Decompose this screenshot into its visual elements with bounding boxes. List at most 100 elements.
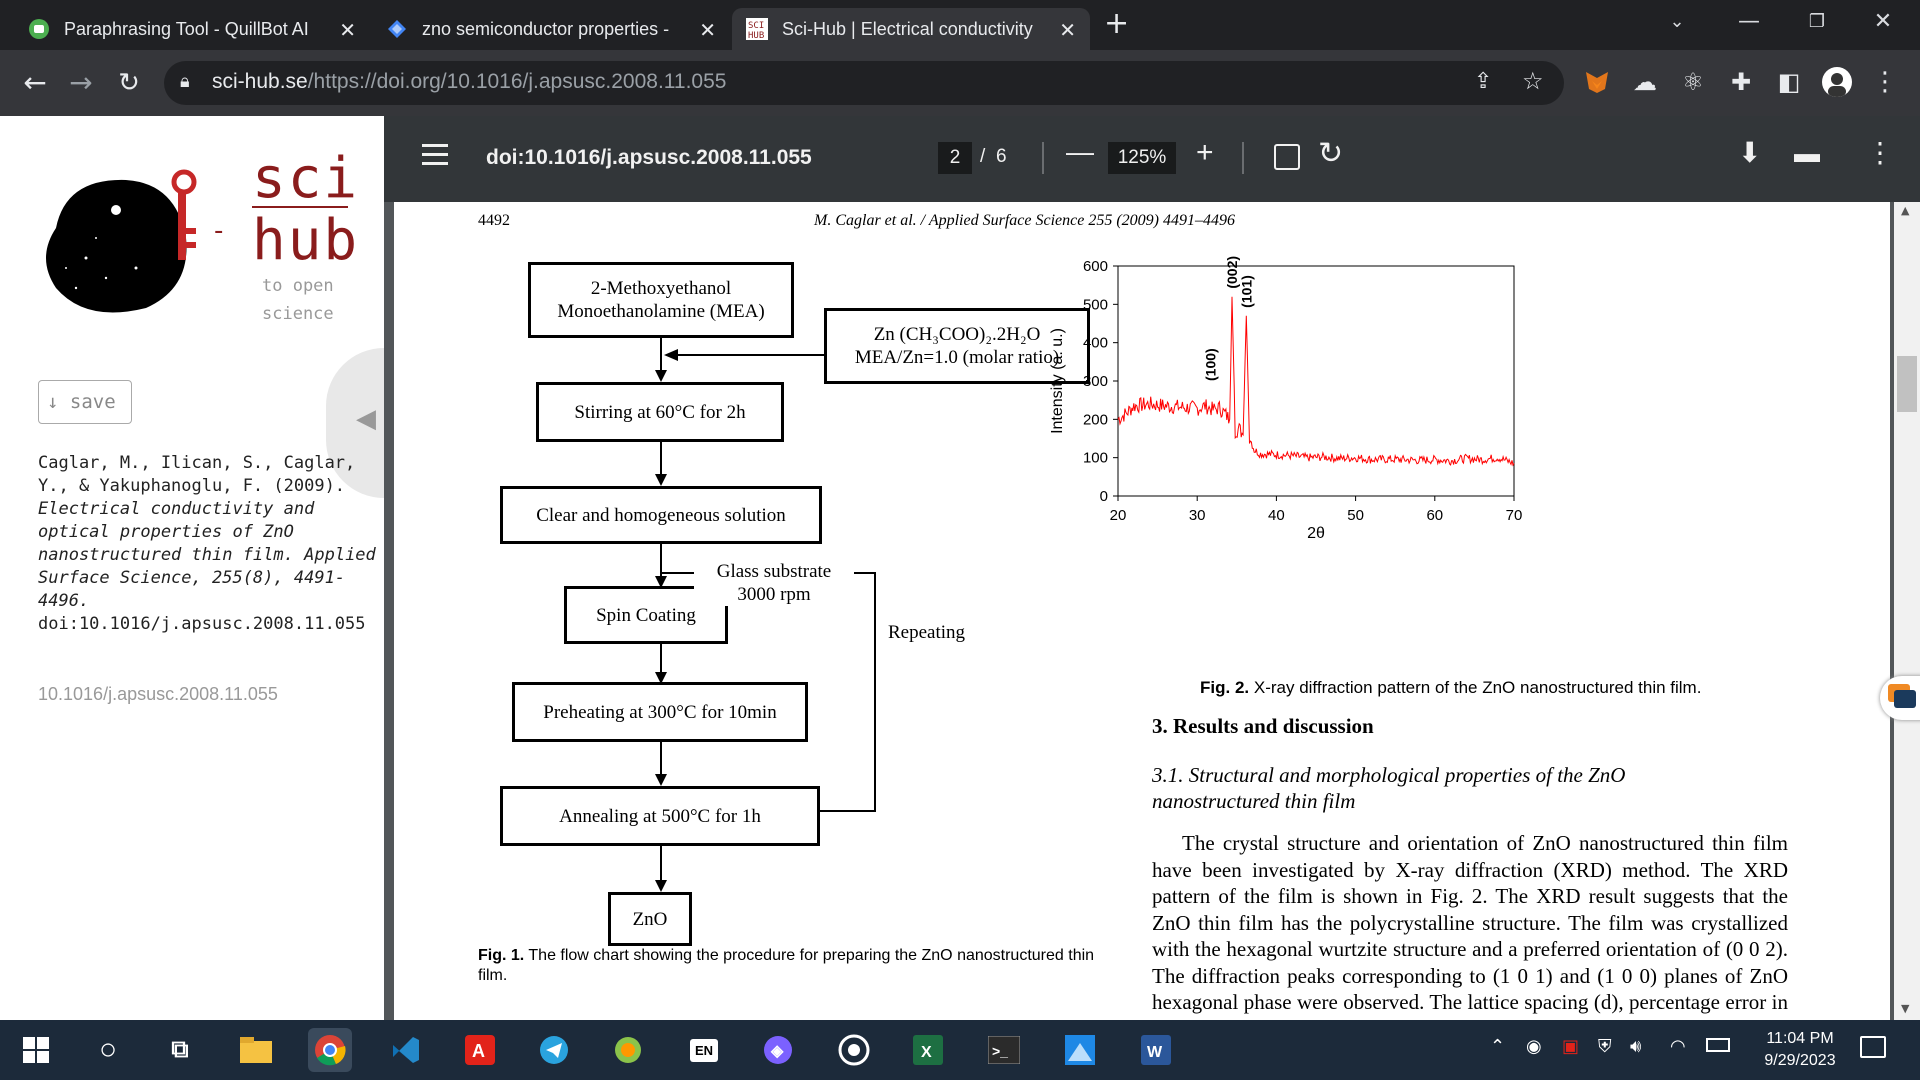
page-number-input[interactable]: 2: [938, 142, 972, 174]
flow-arrow: [655, 774, 667, 786]
tagline-line: science: [262, 304, 334, 324]
scroll-down-icon[interactable]: ▼: [1901, 1002, 1909, 1015]
pdf-toolbar: doi:10.1016/j.apsusc.2008.11.055 2 / 6 —…: [384, 116, 1920, 202]
back-button[interactable]: ←: [16, 64, 54, 102]
puzzle-icon[interactable]: ✚: [1726, 67, 1756, 97]
terminal-icon[interactable]: >_: [982, 1028, 1026, 1072]
clock[interactable]: 11:04 PM 9/29/2023: [1744, 1028, 1856, 1072]
flow-connector: [660, 442, 662, 476]
x-tick-label: 60: [1426, 507, 1443, 524]
app-icon[interactable]: ◈: [756, 1028, 800, 1072]
flow-text: Zn (CH₃COO)₂.2H₂O: [873, 324, 1041, 345]
pdf-viewer[interactable]: 4492 M. Caglar et al. / Applied Surface …: [384, 202, 1920, 1020]
flow-arrow: [655, 880, 667, 892]
close-tab-icon[interactable]: ✕: [339, 18, 356, 43]
notifications-icon[interactable]: [1860, 1036, 1886, 1058]
extension-icon[interactable]: ☁: [1630, 67, 1660, 97]
acrobat-tray-icon[interactable]: ▣: [1562, 1036, 1579, 1057]
flow-connector: [678, 354, 824, 356]
x-axis-label: 2θ: [1307, 525, 1325, 542]
doi-link[interactable]: 10.1016/j.apsusc.2008.11.055: [38, 684, 278, 705]
language-icon[interactable]: EN: [682, 1028, 726, 1072]
extension-icon[interactable]: ⚛: [1678, 67, 1708, 97]
close-tab-icon[interactable]: ✕: [699, 18, 716, 43]
fig1-label: Fig. 1.: [478, 947, 525, 964]
scrollbar-thumb[interactable]: [1897, 356, 1917, 412]
x-tick-label: 50: [1347, 507, 1364, 524]
save-button[interactable]: ↓ save: [38, 380, 132, 424]
share-icon[interactable]: ⇪: [1474, 69, 1492, 94]
more-options-icon[interactable]: ⋮: [1866, 136, 1894, 169]
tray-chevron-icon[interactable]: ⌃: [1490, 1036, 1505, 1057]
lock-icon[interactable]: 🔒︎: [180, 71, 190, 92]
bookmark-star-icon[interactable]: ☆: [1522, 67, 1544, 95]
translate-extension-icon[interactable]: [1880, 676, 1920, 720]
rotate-icon[interactable]: ↻: [1318, 136, 1343, 171]
language-label: EN: [689, 1038, 719, 1062]
pdf-menu-icon[interactable]: [422, 144, 448, 165]
whatsapp-icon[interactable]: [832, 1028, 876, 1072]
address-bar[interactable]: 🔒︎ sci-hub.se/https://doi.org/10.1016/j.…: [164, 61, 1564, 105]
close-tab-icon[interactable]: ✕: [1059, 18, 1076, 43]
zoom-out-button[interactable]: —: [1066, 136, 1094, 168]
clock-time: 11:04 PM: [1766, 1030, 1834, 1047]
download-icon[interactable]: ⬇: [1738, 136, 1761, 169]
svg-text:◈: ◈: [770, 1043, 784, 1060]
app-icon[interactable]: [606, 1028, 650, 1072]
fit-page-icon[interactable]: [1274, 144, 1300, 170]
file-explorer-icon[interactable]: [234, 1028, 278, 1072]
wifi-icon[interactable]: ◠: [1670, 1036, 1686, 1057]
tab-quillbot[interactable]: Paraphrasing Tool - QuillBot AI ✕: [14, 8, 370, 50]
repeating-label: Repeating: [888, 622, 966, 643]
forward-button[interactable]: →: [62, 64, 100, 102]
zoom-in-button[interactable]: +: [1196, 136, 1214, 170]
vscode-icon[interactable]: [384, 1028, 428, 1072]
menu-icon[interactable]: ⋮: [1870, 67, 1900, 97]
new-tab-button[interactable]: +: [1104, 6, 1129, 41]
tab-search[interactable]: zno semiconductor properties - ✕: [372, 8, 730, 50]
print-icon[interactable]: ▬: [1794, 138, 1820, 169]
task-view-icon[interactable]: ⧉: [158, 1028, 202, 1072]
y-tick-label: 300: [1083, 373, 1108, 390]
x-tick-label: 30: [1189, 507, 1206, 524]
tab-title: Sci-Hub | Electrical conductivity: [782, 18, 1033, 39]
scihub-tagline: to open science: [262, 272, 334, 328]
flow-loop-line: [874, 572, 876, 812]
y-tick-label: 200: [1083, 411, 1108, 428]
reload-button[interactable]: ↻: [110, 64, 148, 102]
section-title: 3. Results and discussion: [1152, 714, 1374, 738]
restore-button[interactable]: ❐: [1792, 4, 1842, 40]
app-icon[interactable]: [1058, 1028, 1102, 1072]
search-icon[interactable]: ○: [86, 1028, 130, 1072]
subsection-title: 3.1. Structural and morphological proper…: [1152, 763, 1626, 813]
volume-icon[interactable]: 🔊︎: [1630, 1036, 1641, 1057]
minimize-button[interactable]: —: [1724, 4, 1774, 40]
start-icon[interactable]: [14, 1028, 58, 1072]
y-tick-label: 100: [1083, 450, 1108, 467]
flow-box-reagents: 2-Methoxyethanol Monoethanolamine (MEA): [528, 262, 794, 338]
avatar[interactable]: [1822, 67, 1852, 97]
telegram-icon[interactable]: [532, 1028, 576, 1072]
word-icon[interactable]: W: [1134, 1028, 1178, 1072]
metamask-icon[interactable]: [1582, 67, 1612, 97]
scihub-logo-hub: hub: [252, 208, 360, 273]
pdf-scrollbar[interactable]: ▲ ▼: [1894, 202, 1920, 1020]
side-panel-icon[interactable]: ◧: [1774, 67, 1804, 97]
tray-app-icon[interactable]: ◉: [1526, 1036, 1542, 1057]
close-window-button[interactable]: ✕: [1858, 4, 1908, 40]
y-tick-label: 0: [1100, 488, 1108, 505]
tab-search-icon[interactable]: ⌄: [1652, 4, 1702, 40]
excel-icon[interactable]: X: [906, 1028, 950, 1072]
security-icon[interactable]: ⛨: [1598, 1036, 1612, 1057]
collapse-arrow-icon: ◀: [356, 404, 376, 434]
scroll-up-icon[interactable]: ▲: [1901, 204, 1909, 217]
peak-label: (100): [1203, 348, 1219, 381]
flow-text: Glass substrate: [716, 561, 832, 582]
battery-icon[interactable]: [1706, 1038, 1730, 1052]
tab-title: Paraphrasing Tool - QuillBot AI: [64, 18, 309, 39]
search-engine-icon: [386, 18, 408, 40]
chrome-icon[interactable]: [308, 1028, 352, 1072]
acrobat-icon[interactable]: A: [458, 1028, 502, 1072]
zoom-input[interactable]: 125%: [1108, 142, 1176, 174]
tab-scihub[interactable]: SCI HUB Sci-Hub | Electrical conductivity…: [732, 8, 1090, 50]
